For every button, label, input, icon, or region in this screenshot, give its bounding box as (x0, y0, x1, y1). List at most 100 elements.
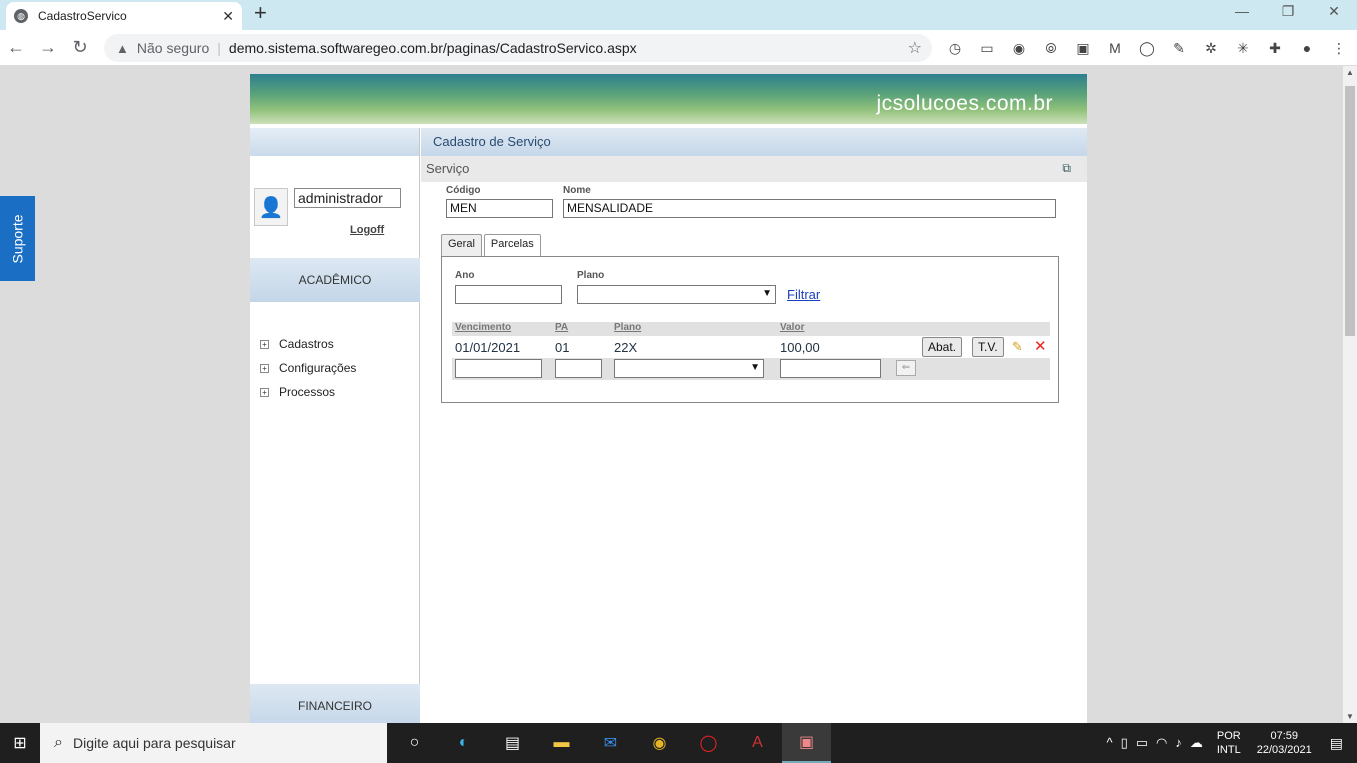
extension-icon[interactable]: ▭ (976, 38, 998, 58)
profile-avatar-icon[interactable]: ● (1296, 38, 1318, 58)
page-frame: jcsolucoes.com.br 👤 administrador Logoff… (250, 74, 1087, 728)
cloud-icon[interactable]: ☁ (1190, 735, 1203, 751)
scroll-thumb[interactable] (1345, 86, 1355, 336)
bookmark-star-icon[interactable]: ☆ (908, 38, 922, 58)
page-scrollbar[interactable]: ▲ ▼ (1343, 66, 1357, 723)
volume-icon[interactable]: ♪ (1175, 735, 1182, 751)
browser-menu-icon[interactable]: ⋮ (1328, 38, 1350, 58)
nome-label: Nome (563, 185, 591, 196)
extension-icon[interactable]: ⦾ (1040, 38, 1062, 58)
expand-plus-icon[interactable]: + (260, 363, 269, 373)
new-tab-button[interactable]: + (254, 2, 267, 24)
forward-button[interactable]: → (32, 37, 64, 58)
codigo-label: Código (446, 185, 481, 196)
sidebar-item-label: Cadastros (279, 337, 334, 351)
taskbar-search-box[interactable]: ⌕ Digite aqui para pesquisar (40, 723, 387, 763)
extension-icon[interactable]: ✲ (1200, 38, 1222, 58)
address-bar[interactable]: ▲ Não seguro | demo.sistema.softwaregeo.… (104, 34, 932, 62)
wifi-icon[interactable]: ◠ (1156, 735, 1167, 751)
col-vencimento[interactable]: Vencimento (455, 322, 511, 333)
clock-date: 22/03/2021 (1256, 744, 1312, 756)
windows-taskbar: ⊞ ⌕ Digite aqui para pesquisar ○ ◐ ▤ ▬ ✉… (0, 723, 1357, 763)
extension-icon[interactable]: ✳ (1232, 38, 1254, 58)
reload-button[interactable]: ↻ (64, 37, 96, 58)
tray-icons: ^ ▯ ▭ ◠ ♪ ☁ (1106, 735, 1202, 751)
window-close-button[interactable]: ✕ (1311, 0, 1357, 30)
cell-plano: 22X (614, 340, 638, 355)
new-row: ▼ ⇐ (452, 358, 1050, 380)
username-field[interactable]: administrador (294, 188, 401, 208)
chevron-down-icon: ▼ (750, 362, 760, 373)
extension-icon[interactable]: M (1104, 38, 1126, 58)
scroll-down-icon[interactable]: ▼ (1343, 712, 1357, 721)
opera-icon[interactable]: ◯ (684, 723, 733, 763)
new-plano-select[interactable]: ▼ (614, 359, 764, 378)
clock[interactable]: 07:59 22/03/2021 (1257, 729, 1312, 757)
chrome-icon[interactable]: ◉ (635, 723, 684, 763)
sidebar-item-configuracoes[interactable]: + Configurações (260, 356, 356, 380)
sidebar-item-processos[interactable]: + Processos (260, 380, 356, 404)
sidebar-item-label: Processos (279, 385, 336, 399)
browser-tab[interactable]: ◍ CadastroServico ✕ (6, 2, 242, 30)
codigo-input[interactable]: MEN (446, 199, 553, 218)
abat-button[interactable]: Abat. (922, 337, 963, 357)
extension-icon[interactable]: ✎ (1168, 38, 1190, 58)
minimize-button[interactable]: — (1219, 0, 1265, 30)
suporte-tab[interactable]: Suporte (0, 196, 35, 281)
active-app-icon[interactable]: ▣ (782, 723, 831, 763)
extension-icon[interactable]: ◯ (1136, 38, 1158, 58)
expand-plus-icon[interactable]: + (260, 339, 269, 349)
filtrar-link[interactable]: Filtrar (787, 287, 820, 302)
extension-icon[interactable]: ◉ (1008, 38, 1030, 58)
tab-close-icon[interactable]: ✕ (222, 8, 234, 25)
ano-input[interactable] (455, 285, 562, 304)
new-valor-input[interactable] (780, 359, 881, 378)
extensions-puzzle-icon[interactable]: ✚ (1264, 38, 1286, 58)
delete-x-icon[interactable]: ✕ (1034, 337, 1047, 355)
battery-icon[interactable]: ▭ (1136, 735, 1148, 751)
extension-icon[interactable]: ▣ (1072, 38, 1094, 58)
tv-button[interactable]: T.V. (972, 337, 1004, 357)
chevron-up-icon[interactable]: ^ (1106, 735, 1112, 751)
restore-button[interactable]: ❐ (1265, 0, 1311, 30)
sidebar-section-academico[interactable]: ACADÊMICO (250, 258, 420, 302)
language-indicator[interactable]: POR INTL (1217, 729, 1241, 757)
edge-icon[interactable]: ◐ (439, 723, 488, 763)
expand-plus-icon[interactable]: + (260, 387, 269, 397)
parcelas-panel: Ano Plano ▼ Filtrar Vencimento PA Plano … (441, 256, 1059, 403)
sidebar-section-financeiro[interactable]: FINANCEIRO (250, 684, 420, 728)
col-plano[interactable]: Plano (614, 322, 641, 333)
search-icon: ⌕ (54, 734, 63, 751)
add-row-icon[interactable]: ⇐ (896, 360, 916, 376)
col-valor[interactable]: Valor (780, 322, 804, 333)
sidebar-item-cadastros[interactable]: + Cadastros (260, 332, 356, 356)
logoff-link[interactable]: Logoff (350, 224, 384, 236)
notification-icon[interactable]: ▤ (1330, 735, 1343, 752)
scroll-up-icon[interactable]: ▲ (1343, 68, 1357, 77)
edit-pencil-icon[interactable]: ✎ (1012, 339, 1023, 355)
brand-logo-text: jcsolucoes.com.br (876, 92, 1053, 115)
suporte-label: Suporte (9, 213, 26, 264)
mail-icon[interactable]: ✉ (586, 723, 635, 763)
url-text[interactable]: demo.sistema.softwaregeo.com.br/paginas/… (229, 40, 637, 56)
nome-input[interactable]: MENSALIDADE (563, 199, 1056, 218)
globe-icon: ◍ (14, 9, 28, 23)
col-pa[interactable]: PA (555, 322, 568, 333)
tab-geral[interactable]: Geral (441, 234, 482, 256)
tab-parcelas[interactable]: Parcelas (483, 234, 541, 256)
store-icon[interactable]: ▤ (488, 723, 537, 763)
plano-select[interactable]: ▼ (577, 285, 776, 304)
warning-icon[interactable]: ▲ (116, 41, 129, 56)
table-row: 01/01/2021 01 22X 100,00 Abat. T.V. ✎ ✕ (452, 337, 1050, 357)
device-icon[interactable]: ▯ (1121, 735, 1128, 751)
access-icon[interactable]: A (733, 723, 782, 763)
back-button[interactable]: ← (0, 37, 32, 58)
file-explorer-icon[interactable]: ▬ (537, 723, 586, 763)
extension-icon[interactable]: ◷ (944, 38, 966, 58)
task-view-icon[interactable]: ○ (390, 723, 439, 763)
insecure-label[interactable]: Não seguro (137, 40, 209, 56)
new-pa-input[interactable] (555, 359, 602, 378)
windows-start-icon[interactable]: ⊞ (0, 733, 40, 753)
binoculars-icon[interactable]: ⧉ (1062, 161, 1071, 176)
new-vencimento-input[interactable] (455, 359, 542, 378)
